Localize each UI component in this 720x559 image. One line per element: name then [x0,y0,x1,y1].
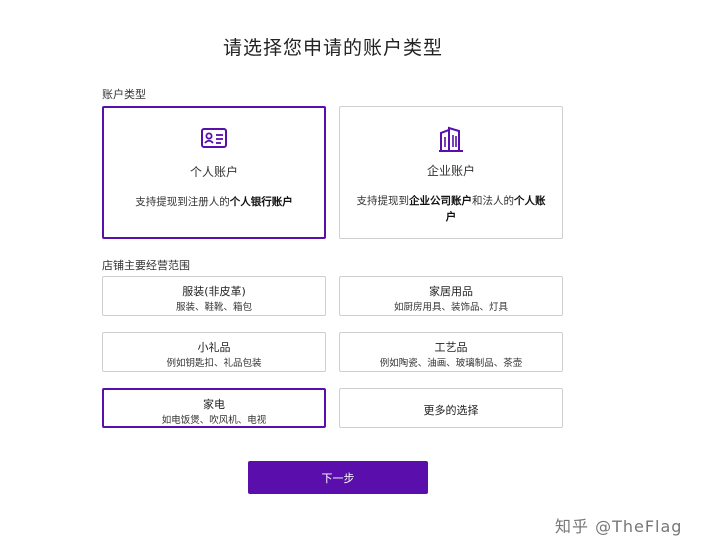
id-card-icon [200,126,228,154]
enterprise-account-desc: 支持提现到企业公司账户和法人的个人账户 [356,195,546,223]
scope-option-title: 更多的选择 [423,404,479,417]
scope-option-subtitle: 例如陶瓷、油画、玻璃制品、茶壶 [379,358,523,369]
scope-option-clothing[interactable]: 服装(非皮革) 服装、鞋靴、箱包 [102,276,326,316]
scope-option-subtitle: 服装、鞋靴、箱包 [175,302,252,313]
scope-option-title: 家电 [203,398,225,411]
page-title: 请选择您申请的账户类型 [222,37,443,59]
watermark: 知乎 @TheFlag [555,517,683,536]
scope-option-title: 工艺品 [434,341,468,354]
personal-account-desc: 支持提现到注册人的个人银行账户 [135,196,293,208]
building-icon [437,125,465,157]
scope-option-title: 家居用品 [429,285,473,298]
scope-option-subtitle: 例如钥匙扣、礼品包装 [166,358,262,369]
scope-option-title: 小礼品 [197,341,231,354]
account-type-label: 账户类型 [102,88,146,101]
personal-account-card[interactable]: 个人账户 支持提现到注册人的个人银行账户 [102,106,326,239]
scope-option-small-gifts[interactable]: 小礼品 例如钥匙扣、礼品包装 [102,332,326,372]
scope-option-crafts[interactable]: 工艺品 例如陶瓷、油画、玻璃制品、茶壶 [339,332,563,372]
scope-option-title: 服装(非皮革) [182,285,246,298]
next-step-button[interactable]: 下一步 [248,461,428,494]
enterprise-account-title: 企业账户 [426,164,475,178]
scope-option-subtitle: 如电饭煲、吹风机、电视 [161,415,267,426]
store-scope-label: 店铺主要经营范围 [102,259,190,272]
scope-option-appliances[interactable]: 家电 如电饭煲、吹风机、电视 [102,388,326,428]
scope-option-subtitle: 如厨房用具、装饰品、灯具 [393,302,508,313]
personal-account-title: 个人账户 [189,165,238,179]
scope-option-more[interactable]: 更多的选择 [339,388,563,428]
scope-option-home-goods[interactable]: 家居用品 如厨房用具、装饰品、灯具 [339,276,563,316]
enterprise-account-card[interactable]: 企业账户 支持提现到企业公司账户和法人的个人账户 [339,106,563,239]
